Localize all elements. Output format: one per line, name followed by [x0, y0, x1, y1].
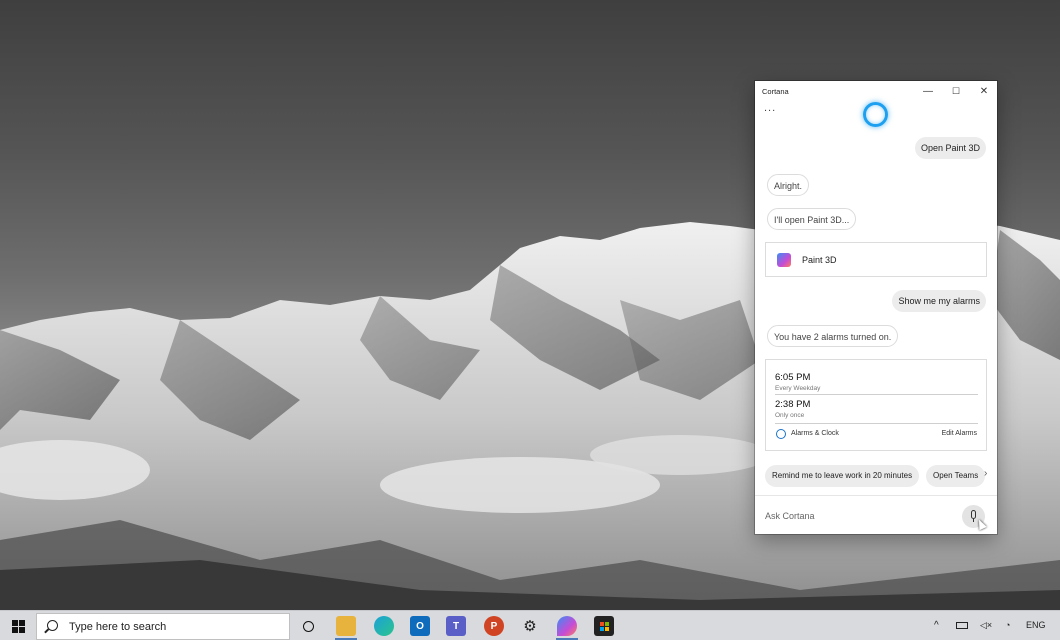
divider — [775, 423, 978, 424]
outlook-icon[interactable]: O — [410, 616, 430, 636]
more-options-button[interactable]: ... — [764, 102, 776, 114]
suggestion-chips: Remind me to leave work in 20 minutes Op… — [765, 465, 997, 487]
divider — [775, 394, 978, 395]
chevron-right-icon[interactable]: › — [984, 468, 987, 479]
battery-icon[interactable] — [956, 620, 968, 630]
show-hidden-icons-chevron-icon[interactable]: ^ — [934, 620, 939, 631]
suggestion-chip[interactable]: Remind me to leave work in 20 minutes — [765, 465, 920, 487]
language-indicator[interactable]: ENG — [1026, 620, 1046, 630]
ask-cortana-input[interactable] — [765, 506, 955, 526]
start-button[interactable] — [0, 611, 36, 640]
windows-logo-icon — [11, 619, 25, 633]
volume-muted-icon[interactable]: ◁× — [980, 620, 992, 631]
search-placeholder: Type here to search — [69, 621, 167, 633]
cortana-message: I'll open Paint 3D... — [767, 208, 857, 230]
cortana-ring-icon — [863, 102, 888, 127]
alarm-repeat: Every Weekday — [775, 385, 821, 392]
alarm-clock-icon — [776, 429, 786, 439]
taskbar: Type here to search O T P ⚙ ^ ◁× ◔ ENG — [0, 610, 1060, 640]
user-message: Open Paint 3D — [914, 137, 986, 159]
wifi-icon[interactable]: ◔ — [1005, 620, 1010, 630]
ask-bar — [755, 495, 997, 534]
alarm-repeat: Only once — [775, 412, 805, 419]
search-icon — [47, 620, 58, 631]
paint3d-icon — [777, 253, 791, 267]
file-explorer-icon[interactable] — [336, 616, 356, 636]
cortana-message: Alright. — [767, 174, 810, 196]
paint3d-icon[interactable] — [557, 616, 577, 636]
alarm-time[interactable]: 2:38 PM — [775, 399, 810, 410]
edit-alarms-link[interactable]: Edit Alarms — [942, 430, 977, 437]
user-message: Show me my alarms — [892, 290, 986, 312]
app-result-card[interactable]: Paint 3D — [765, 242, 987, 277]
maximize-button[interactable]: ☐ — [942, 83, 970, 100]
alarm-time[interactable]: 6:05 PM — [775, 372, 810, 383]
minimize-button[interactable]: — — [914, 83, 942, 100]
app-name: Paint 3D — [802, 255, 837, 265]
store-icon[interactable] — [594, 616, 614, 636]
title-bar[interactable]: Cortana — ☐ ✕ — [755, 81, 997, 101]
microphone-icon — [971, 510, 976, 519]
settings-gear-icon[interactable]: ⚙ — [520, 616, 540, 636]
alarms-app-link[interactable]: Alarms & Clock — [791, 430, 839, 437]
powerpoint-icon[interactable]: P — [484, 616, 504, 636]
cortana-message: You have 2 alarms turned on. — [767, 325, 899, 347]
window-title: Cortana — [762, 87, 789, 96]
cortana-window: Cortana — ☐ ✕ ... Open Paint 3D Alright.… — [755, 81, 997, 534]
teams-icon[interactable]: T — [446, 616, 466, 636]
alarms-card: 6:05 PM Every Weekday 2:38 PM Only once … — [765, 359, 987, 451]
suggestion-chip[interactable]: Open Teams — [926, 465, 986, 487]
edge-icon[interactable] — [374, 616, 394, 636]
taskbar-search-box[interactable]: Type here to search — [36, 613, 290, 640]
task-view-icon[interactable] — [298, 616, 318, 636]
close-button[interactable]: ✕ — [970, 83, 998, 100]
